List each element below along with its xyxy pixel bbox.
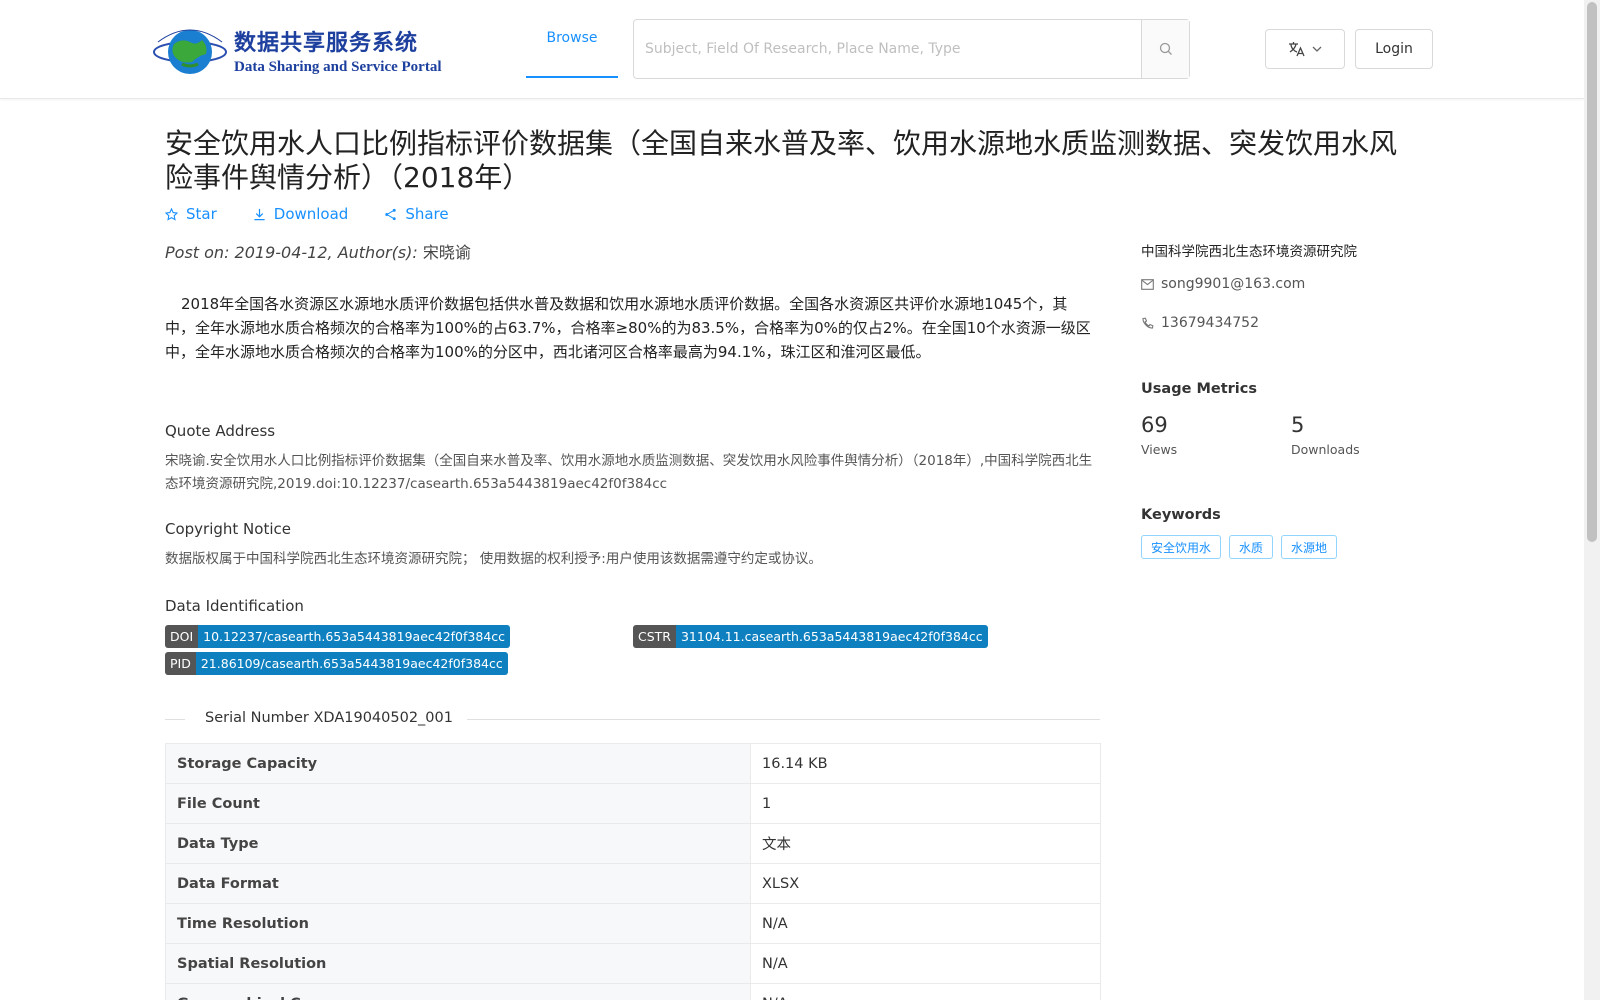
translate-icon	[1289, 42, 1305, 57]
login-button[interactable]: Login	[1355, 29, 1433, 69]
search-input[interactable]	[634, 20, 1141, 78]
serial-number-divider: Serial Number XDA19040502_001	[165, 708, 1100, 730]
post-info: Post on: 2019-04-12, Author(s): 宋晓谕	[165, 239, 471, 263]
table-row: Storage Capacity 16.14 KB	[165, 743, 1101, 784]
table-key: File Count	[165, 783, 751, 824]
share-button[interactable]: Share	[384, 205, 449, 223]
logo-title-en: Data Sharing and Service Portal	[234, 58, 442, 75]
serial-number: Serial Number XDA19040502_001	[205, 710, 453, 726]
doi-badge[interactable]: DOI 10.12237/casearth.653a5443819aec42f0…	[165, 625, 511, 648]
post-date: Post on: 2019-04-12, Author(s):	[165, 243, 418, 262]
keyword-tag[interactable]: 水质	[1229, 535, 1274, 559]
table-key: Time Resolution	[165, 903, 751, 944]
cstr-badge[interactable]: CSTR 31104.11.casearth.653a5443819aec42f…	[633, 625, 988, 648]
cstr-value: 31104.11.casearth.653a5443819aec42f0f384…	[675, 625, 988, 648]
phone-icon	[1142, 317, 1154, 329]
copyright-title: Copyright Notice	[165, 520, 291, 538]
copyright-text: 数据版权属于中国科学院西北生态环境资源研究院； 使用数据的权利授予:用户使用该数…	[165, 551, 822, 567]
contact-phone: 13679434752	[1141, 315, 1259, 331]
table-row: Spatial Resolution N/A	[165, 943, 1101, 984]
dataset-title: 安全饮用水人口比例指标评价数据集（全国自来水普及率、饮用水源地水质监测数据、突发…	[165, 127, 1398, 194]
chevron-down-icon	[1312, 46, 1322, 52]
pid-key: PID	[165, 652, 196, 675]
keyword-tag[interactable]: 安全饮用水	[1141, 535, 1222, 559]
page-scrollbar[interactable]	[1584, 0, 1600, 1000]
views-label: Views	[1141, 442, 1178, 457]
table-row: File Count 1	[165, 783, 1101, 824]
search-button[interactable]	[1141, 20, 1189, 78]
pid-value: 21.86109/casearth.653a5443819aec42f0f384…	[195, 652, 508, 675]
table-value: N/A	[750, 903, 1101, 944]
doi-value: 10.12237/casearth.653a5443819aec42f0f384…	[198, 625, 511, 648]
downloads-count: 5	[1291, 413, 1305, 437]
language-switcher[interactable]	[1265, 29, 1345, 69]
table-value: 16.14 KB	[750, 743, 1101, 784]
table-row: Data Type 文本	[165, 823, 1101, 864]
nav-browse[interactable]: Browse	[526, 0, 618, 78]
dataset-abstract: 2018年全国各水资源区水源地水质评价数据包括供水普及数据和饮用水源地水质评价数…	[165, 295, 1091, 361]
author-link[interactable]: 宋晓谕	[423, 243, 471, 262]
download-button[interactable]: Download	[253, 205, 349, 223]
star-icon	[165, 207, 178, 221]
table-value: 1	[750, 783, 1101, 824]
dataset-actions: Star Download Share	[165, 205, 449, 223]
keyword-tag[interactable]: 水源地	[1281, 535, 1338, 559]
search-icon	[1159, 42, 1172, 55]
share-label: Share	[405, 205, 449, 223]
data-identification-title: Data Identification	[165, 597, 304, 615]
table-row: Data Format XLSX	[165, 863, 1101, 904]
share-icon	[385, 208, 397, 220]
download-label: Download	[273, 205, 349, 223]
table-key: Spatial Resolution	[165, 943, 751, 984]
usage-metrics-title: Usage Metrics	[1141, 381, 1257, 397]
doi-key: DOI	[165, 625, 199, 648]
top-header: 数据共享服务系统 Data Sharing and Service Portal…	[0, 0, 1584, 99]
search-box	[633, 19, 1190, 79]
table-value: XLSX	[750, 863, 1101, 904]
scrollbar-thumb[interactable]	[1587, 2, 1597, 542]
download-icon	[254, 208, 265, 220]
table-value: N/A	[750, 943, 1101, 984]
organization-name[interactable]: 中国科学院西北生态环境资源研究院	[1141, 240, 1357, 260]
table-key: Storage Capacity	[165, 743, 751, 784]
pid-badge[interactable]: PID 21.86109/casearth.653a5443819aec42f0…	[165, 652, 508, 675]
downloads-label: Downloads	[1291, 442, 1360, 457]
table-row: Time Resolution N/A	[165, 903, 1101, 944]
globe-logo-icon	[152, 20, 232, 80]
views-count: 69	[1141, 413, 1168, 437]
table-value: 文本	[750, 823, 1101, 864]
keywords-title: Keywords	[1141, 507, 1221, 523]
logo-title-cn: 数据共享服务系统	[234, 30, 419, 56]
table-key: Geographical C...	[165, 983, 751, 1000]
cstr-key: CSTR	[633, 625, 676, 648]
quote-address-text: 宋晓谕.安全饮用水人口比例指标评价数据集（全国自来水普及率、饮用水源地水质监测数…	[165, 453, 1093, 492]
table-key: Data Type	[165, 823, 751, 864]
table-value: N/A	[750, 983, 1101, 1000]
table-row: Geographical C...N/A	[165, 983, 1101, 1000]
phone-text: 13679434752	[1161, 315, 1259, 331]
table-key: Data Format	[165, 863, 751, 904]
email-text: song9901@163.com	[1161, 276, 1306, 292]
mail-icon	[1141, 278, 1154, 290]
star-label: Star	[186, 205, 217, 223]
site-logo[interactable]: 数据共享服务系统 Data Sharing and Service Portal	[152, 20, 442, 80]
star-button[interactable]: Star	[165, 205, 217, 223]
dataset-info-table: Storage Capacity 16.14 KB File Count 1 Dat…	[165, 743, 1101, 1000]
contact-email[interactable]: song9901@163.com	[1141, 276, 1305, 292]
quote-address-title: Quote Address	[165, 422, 276, 440]
